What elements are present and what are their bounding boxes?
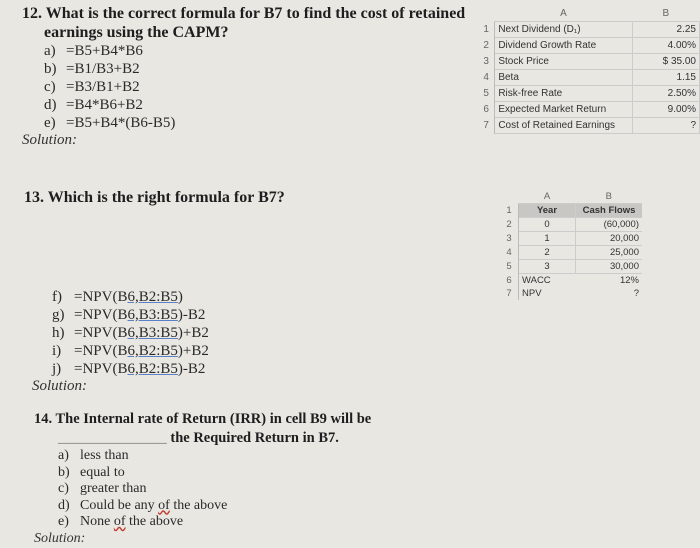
solution-label: Solution: <box>32 378 87 394</box>
option-a: a) less than <box>58 448 129 463</box>
column-header-a: A <box>518 190 576 204</box>
table-row: 5 Risk-free Rate 2.50% <box>478 85 700 102</box>
question-13-title: 13. Which is the right formula for B7? <box>24 189 285 206</box>
spellcheck-mark: of <box>158 497 170 513</box>
option-b: b) equal to <box>58 464 125 480</box>
table-row: 3 1 20,000 <box>500 231 642 246</box>
question-12-options: a) =B5+B4*B6 b) =B1/B3+B2 c) =B3/B1+B2 d) =B… <box>22 42 465 132</box>
option-c: c) greater than <box>58 481 147 496</box>
question-14: 14. The Internal rate of Return (IRR) in… <box>34 410 371 547</box>
question-12: 12. What is the correct formula for B7 t… <box>22 4 465 149</box>
option-d: d) =B4*B6+B2 <box>44 97 143 113</box>
option-i: i) =NPV(B6,B2:B5)+B2 <box>52 343 209 359</box>
table-row: 4 2 25,000 <box>500 245 642 260</box>
answer-blank: _______________ <box>58 430 167 446</box>
spreadsheet-npv: A B 1 Year Cash Flows 2 0 (60,000) 3 1 20,000 … <box>500 190 642 300</box>
option-b: b) =B1/B3+B2 <box>44 61 140 77</box>
solution-label: Solution: <box>34 530 86 546</box>
question-14-title: 14. The Internal rate of Return (IRR) in… <box>34 411 372 427</box>
spellcheck-mark: of <box>113 514 126 529</box>
table-row: 6 Expected Market Return 9.00% <box>478 101 700 118</box>
question-12-title-cont: earnings using the CAPM? <box>44 24 229 41</box>
option-d: d) Could be any of the above <box>58 497 228 513</box>
option-g: g) =NPV(B6,B3:B5)-B2 <box>52 307 206 323</box>
column-header-b: B <box>632 6 700 22</box>
option-c: c) =B3/B1+B2 <box>44 79 140 95</box>
question-13-options: f) =NPV(B6,B2:B5) g) =NPV(B6,B3:B5)-B2 h) =… <box>32 288 209 395</box>
table-row: 2 0 (60,000) <box>500 217 642 232</box>
table-row: 7 NPV? <box>500 287 642 300</box>
table-row: 1 Next Dividend (D₁) 2.25 <box>478 21 700 38</box>
question-14-options: a) less than b) equal to c) greater than d)… <box>34 448 371 531</box>
table-row: 7 Cost of Retained Earnings? <box>478 117 700 134</box>
column-header-a: A <box>494 6 633 22</box>
solution-label: Solution: <box>22 132 77 148</box>
question-13: 13. Which is the right formula for B7? <box>24 188 285 207</box>
option-e: e) =B5+B4*(B6-B5) <box>44 115 176 131</box>
table-row: 2 Dividend Growth Rate 4.00% <box>478 37 700 54</box>
option-h: h) =NPV(B6,B3:B5)+B2 <box>52 325 209 341</box>
option-f: f) =NPV(B6,B2:B5) <box>52 289 183 305</box>
table-row: 6 WACC 12% <box>500 273 642 287</box>
question-12-title: 12. What is the correct formula for B7 t… <box>22 5 466 22</box>
table-header-row: 1 Year Cash Flows <box>500 203 642 218</box>
option-a: a) =B5+B4*B6 <box>44 43 143 59</box>
table-row: 5 3 30,000 <box>500 259 642 274</box>
option-j: j) =NPV(B6,B2:B5)-B2 <box>52 361 206 377</box>
question-14-title-cont: _______________ the Required Return in B… <box>58 430 339 446</box>
table-row: 4 Beta 1.15 <box>478 69 700 86</box>
corner-cell <box>500 190 519 204</box>
column-header-b: B <box>575 190 642 204</box>
corner-cell <box>478 6 495 22</box>
spreadsheet-capm: A B 1 Next Dividend (D₁) 2.25 2 Dividend Gr… <box>478 6 700 134</box>
option-e: e) None of the above <box>58 514 184 529</box>
table-row: 3 Stock Price $ 35.00 <box>478 53 700 70</box>
